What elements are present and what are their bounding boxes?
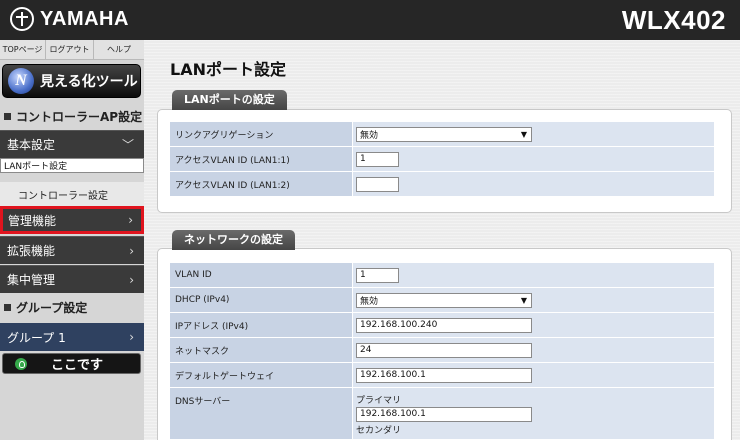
menu-central-management-label: 集中管理 (7, 273, 56, 287)
menu-management-label: 管理機能 (8, 213, 57, 228)
vlan-id-cell: 1 (352, 263, 714, 288)
dhcp-select[interactable]: 無効 ▼ (356, 292, 532, 308)
link-aggregation-cell: 無効 ▼ (352, 122, 714, 147)
header-bar: YAMAHA WLX402 (0, 0, 740, 40)
default-gateway-cell: 192.168.100.1 (352, 363, 714, 388)
menu-group-label: グループ 1 (7, 330, 66, 345)
dhcp-label: DHCP (IPv4) (170, 288, 352, 313)
access-vlan-1-input[interactable]: 1 (356, 151, 399, 167)
here-button-label: ここです (51, 358, 104, 373)
row-netmask: ネットマスク 24 (170, 338, 714, 363)
dns-primary-input[interactable]: 192.168.100.1 (356, 407, 532, 422)
main-content: LANポート設定 LANポートの設定 リンクアグリゲーション 無効 ▼ アクセス… (144, 40, 740, 440)
menu-central-management[interactable]: 集中管理 › (0, 265, 144, 293)
visualize-tool-label: 見える化ツール (40, 74, 138, 90)
section-controller-label: コントローラーAP設定 (16, 109, 143, 124)
section-controller-ap: コントローラーAP設定 (0, 104, 144, 128)
section-group-label: グループ設定 (16, 300, 88, 315)
dns-primary-caption: プライマリ (356, 396, 402, 406)
yamaha-tuning-fork-icon (10, 7, 34, 31)
row-dns-server: DNSサーバー プライマリ 192.168.100.1 セカンダリ (170, 388, 714, 440)
link-aggregation-value: 無効 (360, 130, 379, 141)
access-vlan-1-label: アクセスVLAN ID (LAN1:1) (170, 147, 352, 172)
dhcp-cell: 無効 ▼ (352, 288, 714, 313)
lan-port-section-tab: LANポートの設定 (172, 90, 287, 110)
chevron-right-icon: › (129, 330, 134, 344)
access-vlan-2-input[interactable] (356, 176, 399, 192)
chevron-down-icon: ▼ (520, 295, 527, 305)
row-default-gateway: デフォルトゲートウェイ 192.168.100.1 (170, 363, 714, 388)
chevron-right-icon: › (129, 243, 134, 258)
brand-name: YAMAHA (40, 7, 129, 30)
chevron-down-icon: ▼ (520, 129, 527, 139)
help-link[interactable]: ヘルプ (94, 40, 144, 59)
top-nav: TOPページ ログアウト ヘルプ (0, 40, 144, 60)
brand-logo[interactable]: YAMAHA (10, 7, 129, 31)
row-vlan-id: VLAN ID 1 (170, 263, 714, 288)
submenu-lan-port[interactable]: LANポート設定 (0, 158, 144, 173)
access-vlan-2-cell (352, 172, 714, 197)
default-gateway-input[interactable]: 192.168.100.1 (356, 367, 532, 383)
visualize-tool-button[interactable]: N 見える化ツール (2, 64, 141, 98)
dns-server-label: DNSサーバー (170, 388, 352, 440)
dns-server-cell: プライマリ 192.168.100.1 セカンダリ (352, 388, 714, 440)
vlan-id-label: VLAN ID (170, 263, 352, 288)
access-vlan-1-cell: 1 (352, 147, 714, 172)
menu-basic-settings[interactable]: 基本設定 ﹀ (0, 130, 144, 158)
link-aggregation-label: リンクアグリゲーション (170, 122, 352, 147)
submenu-controller[interactable]: コントローラー設定 (0, 182, 144, 206)
ip-address-input[interactable]: 192.168.100.240 (356, 317, 532, 333)
netmask-input[interactable]: 24 (356, 342, 532, 358)
ip-address-cell: 192.168.100.240 (352, 313, 714, 338)
chevron-right-icon: › (128, 213, 133, 227)
chevron-right-icon: › (129, 272, 134, 287)
submenu-controller-label: コントローラー設定 (18, 190, 108, 202)
dhcp-value: 無効 (360, 296, 379, 307)
visualize-logo-icon: N (8, 68, 34, 94)
row-dhcp: DHCP (IPv4) 無効 ▼ (170, 288, 714, 313)
section-group: グループ設定 (0, 295, 144, 319)
netmask-cell: 24 (352, 338, 714, 363)
dns-secondary-caption: セカンダリ (356, 426, 402, 436)
sidebar: TOPページ ログアウト ヘルプ N 見える化ツール コントローラーAP設定 基… (0, 40, 144, 440)
menu-group-1[interactable]: グループ 1 › (0, 323, 144, 351)
network-section-tab: ネットワークの設定 (172, 230, 295, 250)
here-button[interactable]: ここです (2, 353, 141, 374)
location-pin-icon (15, 357, 27, 370)
row-access-vlan-1: アクセスVLAN ID (LAN1:1) 1 (170, 147, 714, 172)
access-vlan-2-label: アクセスVLAN ID (LAN1:2) (170, 172, 352, 197)
menu-management[interactable]: 管理機能 › (0, 206, 144, 234)
menu-basic-settings-label: 基本設定 (7, 138, 56, 152)
vlan-id-input[interactable]: 1 (356, 267, 399, 283)
ip-address-label: IPアドレス (IPv4) (170, 313, 352, 338)
submenu-lan-port-label: LANポート設定 (4, 162, 68, 172)
link-aggregation-select[interactable]: 無効 ▼ (356, 126, 532, 142)
chevron-down-icon: ﹀ (121, 138, 134, 152)
row-ip-address: IPアドレス (IPv4) 192.168.100.240 (170, 313, 714, 338)
page-title: LANポート設定 (170, 60, 286, 79)
row-link-aggregation: リンクアグリゲーション 無効 ▼ (170, 122, 714, 147)
square-bullet-icon (4, 303, 11, 311)
netmask-label: ネットマスク (170, 338, 352, 363)
logout-link[interactable]: ログアウト (46, 40, 94, 59)
default-gateway-label: デフォルトゲートウェイ (170, 363, 352, 388)
square-bullet-icon (4, 112, 11, 120)
menu-extension[interactable]: 拡張機能 › (0, 236, 144, 264)
row-access-vlan-2: アクセスVLAN ID (LAN1:2) (170, 172, 714, 197)
top-page-link[interactable]: TOPページ (0, 40, 46, 59)
device-model: WLX402 (621, 5, 726, 35)
menu-extension-label: 拡張機能 (7, 244, 56, 258)
